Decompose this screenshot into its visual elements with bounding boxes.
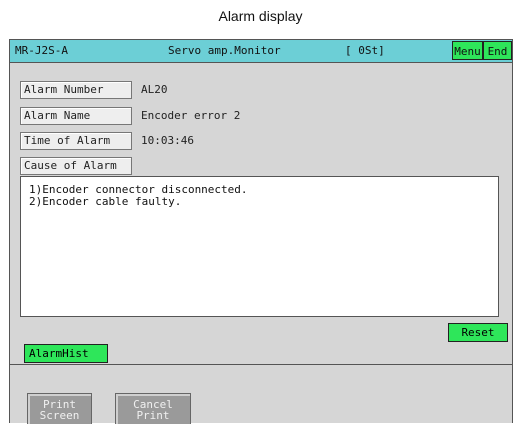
- print-screen-label-2: Screen: [39, 409, 80, 422]
- screen-title: Servo amp.Monitor: [168, 44, 281, 57]
- alarm-name-value: Encoder error 2: [141, 109, 241, 122]
- time-of-alarm-label: Time of Alarm: [20, 132, 132, 150]
- alarm-history-button[interactable]: AlarmHist: [24, 344, 108, 363]
- cancel-print-button[interactable]: Cancel Print: [115, 393, 191, 424]
- cause-of-alarm-label: Cause of Alarm: [20, 157, 132, 175]
- figure-caption: Alarm display: [218, 8, 303, 24]
- cause-line: 2)Encoder cable faulty.: [29, 195, 182, 208]
- alarm-number-label: Alarm Number: [20, 81, 132, 99]
- reset-button[interactable]: Reset: [448, 323, 508, 342]
- time-of-alarm-value: 10:03:46: [141, 134, 194, 147]
- print-screen-button[interactable]: Print Screen: [27, 393, 92, 424]
- alarm-number-value: AL20: [141, 83, 168, 96]
- title-bar: MR-J2S-A Servo amp.Monitor [ 0St] Menu E…: [10, 40, 512, 63]
- menu-button[interactable]: Menu: [452, 41, 483, 60]
- hmi-screen: MR-J2S-A Servo amp.Monitor [ 0St] Menu E…: [9, 39, 513, 424]
- cause-text-area: 1)Encoder connector disconnected. 2)Enco…: [20, 176, 499, 317]
- station-number: [ 0St]: [345, 44, 385, 57]
- divider: [10, 364, 512, 365]
- alarm-name-label: Alarm Name: [20, 107, 132, 125]
- end-button[interactable]: End: [483, 41, 512, 60]
- model-name: MR-J2S-A: [15, 44, 68, 57]
- cancel-print-label-2: Print: [136, 409, 170, 422]
